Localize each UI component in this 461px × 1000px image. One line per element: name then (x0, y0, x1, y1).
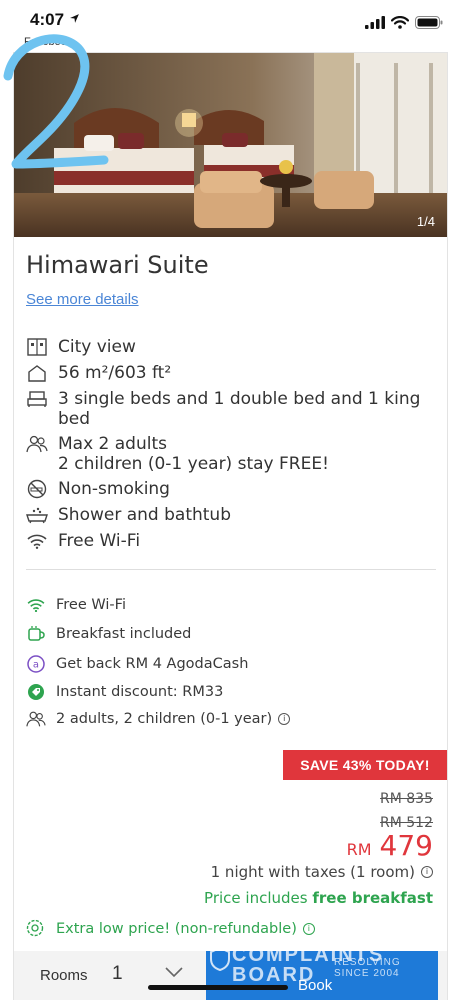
perk-item: a Get back RM 4 AgodaCash (26, 654, 248, 674)
feature-item: Free Wi-Fi (26, 531, 428, 551)
price-terms-text: 1 night with taxes (1 room) (210, 863, 415, 881)
location-arrow-icon (69, 14, 79, 23)
rooms-label: Rooms (40, 967, 88, 984)
wifi-icon (26, 531, 48, 551)
status-time: 4:07 (30, 10, 80, 30)
agodacash-icon: a (26, 654, 46, 674)
perk-text: Instant discount: RM33 (56, 684, 224, 700)
info-icon[interactable]: i (278, 713, 291, 725)
feature-text: 56 m²/603 ft² (58, 363, 172, 383)
section-divider (26, 569, 436, 570)
price-includes-prefix: Price includes (204, 889, 313, 907)
price-terms: 1 night with taxes (1 room) i (211, 863, 433, 881)
low-price-text: Extra low price! (non-refundable) (56, 921, 297, 937)
status-icons (365, 16, 443, 29)
chevron-down-icon[interactable] (164, 965, 184, 983)
perk-item: Free Wi-Fi (26, 595, 126, 615)
people-icon (26, 709, 46, 729)
perk-item: 2 adults, 2 children (0-1 year) i (26, 709, 291, 729)
low-price-note: Extra low price! (non-refundable) i (26, 919, 315, 939)
feature-text-group: Max 2 adults 2 children (0-1 year) stay … (58, 434, 428, 474)
room-title: Himawari Suite (26, 251, 209, 279)
home-indicator (148, 985, 288, 990)
feature-text: Shower and bathtub (58, 505, 231, 525)
book-button[interactable]: Book (206, 951, 438, 1000)
bed-icon (26, 389, 48, 409)
discount-tag-icon (26, 682, 46, 702)
bathtub-icon (26, 505, 48, 525)
current-price: RM 479 (347, 829, 433, 862)
gear-badge-icon (26, 919, 46, 939)
feature-item: 3 single beds and 1 double bed and 1 kin… (26, 389, 428, 429)
feature-item: Shower and bathtub (26, 505, 428, 525)
house-size-icon (26, 363, 48, 383)
status-bar: 4:07 Facebook (0, 0, 461, 52)
save-badge: SAVE 43% TODAY! (283, 750, 447, 780)
price-value: 479 (379, 829, 433, 862)
feature-item: 56 m²/603 ft² (26, 363, 428, 383)
info-icon[interactable]: i (421, 866, 433, 878)
original-price: RM 835 (380, 791, 433, 807)
feature-text: Max 2 adults (58, 434, 167, 454)
battery-icon (415, 16, 443, 29)
perk-text: 2 adults, 2 children (0-1 year) (56, 711, 273, 727)
no-smoking-icon (26, 479, 48, 499)
info-icon[interactable]: i (302, 923, 315, 935)
feature-text: Non-smoking (58, 479, 170, 499)
perk-item: Instant discount: RM33 (26, 682, 223, 702)
feature-text: City view (58, 337, 136, 357)
book-button-label: Book (298, 977, 333, 994)
feature-item: City view (26, 337, 428, 357)
svg-text:a: a (33, 660, 39, 671)
see-more-details-link[interactable]: See more details (26, 291, 139, 308)
perk-text: Get back RM 4 AgodaCash (56, 656, 249, 672)
feature-item: Max 2 adults 2 children (0-1 year) stay … (26, 434, 428, 474)
window-view-icon (26, 337, 48, 357)
back-to-app-link[interactable]: Facebook (24, 36, 72, 48)
feature-subtext: 2 children (0-1 year) stay FREE! (58, 454, 329, 474)
price-includes-bold: free breakfast (312, 889, 433, 907)
room-photo-illustration (14, 53, 447, 237)
photo-counter: 1/4 (416, 214, 435, 229)
perk-text: Free Wi-Fi (56, 597, 126, 613)
price-currency: RM (346, 840, 372, 859)
rooms-select[interactable]: 1 (112, 963, 123, 985)
people-icon (26, 434, 48, 454)
clock-text: 4:07 (30, 10, 65, 29)
feature-item: Non-smoking (26, 479, 428, 499)
room-photo[interactable]: 1/4 (14, 53, 447, 237)
price-includes: Price includes free breakfast (204, 889, 433, 907)
coffee-cup-icon (26, 624, 46, 644)
feature-text: 3 single beds and 1 double bed and 1 kin… (58, 389, 421, 429)
perk-text: Breakfast included (56, 626, 192, 642)
wifi-status-icon (391, 16, 409, 29)
room-card: 1/4 Himawari Suite See more details City… (13, 52, 448, 1000)
booking-bar: Rooms 1 Book (14, 951, 447, 1000)
feature-text: Free Wi-Fi (58, 531, 141, 551)
wifi-icon (26, 595, 46, 615)
signal-icon (365, 16, 385, 29)
perk-item: Breakfast included (26, 624, 191, 644)
